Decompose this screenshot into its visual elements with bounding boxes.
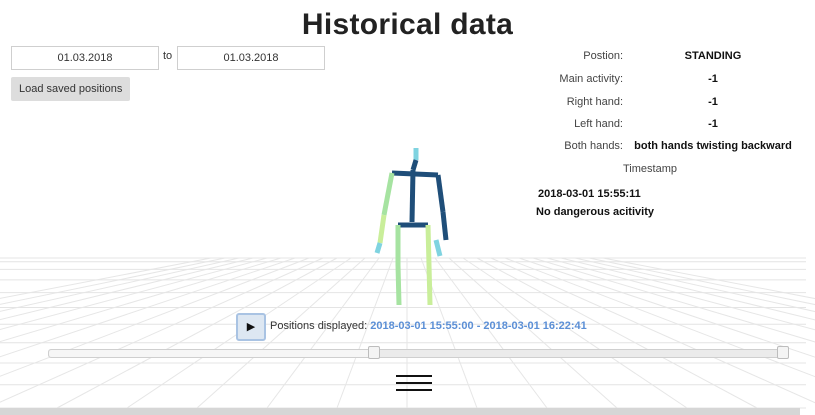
- skeleton-neck: [410, 159, 419, 171]
- position-label: Postion:: [583, 50, 623, 62]
- grid-line: [196, 257, 366, 409]
- left-hand-label: Left hand:: [574, 118, 623, 130]
- timeline-slider-fill: [49, 350, 375, 357]
- skeleton-left-shin: [395, 264, 402, 306]
- skeleton-spine: [409, 169, 416, 223]
- play-icon: ▶: [246, 320, 256, 333]
- skeleton-right-thigh: [425, 224, 432, 266]
- main-activity-value: -1: [708, 73, 718, 85]
- to-label: to: [163, 50, 173, 62]
- skeleton-left-upper-arm: [381, 172, 395, 216]
- skeleton-right-shin: [426, 264, 433, 306]
- grid-line: [0, 257, 240, 312]
- both-hands-value: both hands twisting backward: [634, 140, 792, 152]
- grid-line: [56, 257, 338, 409]
- date-to-input[interactable]: [177, 46, 325, 70]
- bottom-scrollbar[interactable]: [0, 408, 800, 415]
- skeleton-right-hand: [433, 239, 443, 257]
- grid-line: [476, 257, 758, 409]
- date-from-input[interactable]: [11, 46, 159, 70]
- timestamp-value: 2018-03-01 15:55:11: [538, 188, 641, 200]
- grid-line: [266, 257, 380, 409]
- timeline-slider-handle[interactable]: [367, 346, 380, 359]
- position-value: STANDING: [684, 50, 742, 62]
- page-title: Historical data: [301, 8, 514, 41]
- skeleton-right-upper-arm: [435, 174, 446, 213]
- left-hand-value: -1: [708, 118, 718, 130]
- grid-line: [336, 257, 394, 409]
- grid-line: [602, 257, 815, 300]
- hamburger-menu-icon[interactable]: [396, 375, 432, 391]
- positions-label: Positions displayed:: [270, 320, 368, 332]
- grid-line: [0, 257, 212, 299]
- grid-line: [434, 257, 548, 409]
- grid-line: [574, 257, 815, 313]
- timestamp-label: Timestamp: [623, 163, 677, 175]
- both-hands-label: Both hands:: [564, 140, 623, 152]
- skeleton-left-forearm: [377, 214, 387, 244]
- skeleton-left-hand: [374, 242, 383, 254]
- skeleton-figure: [374, 148, 449, 306]
- timeline-slider[interactable]: [48, 349, 788, 358]
- load-saved-positions-button[interactable]: Load saved positions: [11, 77, 131, 101]
- timeline-slider-end-handle[interactable]: [777, 346, 789, 359]
- positions-displayed: Positions displayed: 2018-03-01 15:55:00…: [270, 320, 587, 332]
- main-activity-label: Main activity:: [559, 73, 623, 85]
- play-button[interactable]: ▶: [236, 313, 266, 341]
- danger-status: No dangerous acitivity: [536, 206, 654, 218]
- skeleton-right-forearm: [440, 211, 449, 241]
- right-hand-value: -1: [708, 96, 718, 108]
- right-hand-label: Right hand:: [566, 96, 623, 108]
- positions-range: 2018-03-01 15:55:00 - 2018-03-01 16:22:4…: [370, 320, 587, 332]
- grid-line: [448, 257, 618, 409]
